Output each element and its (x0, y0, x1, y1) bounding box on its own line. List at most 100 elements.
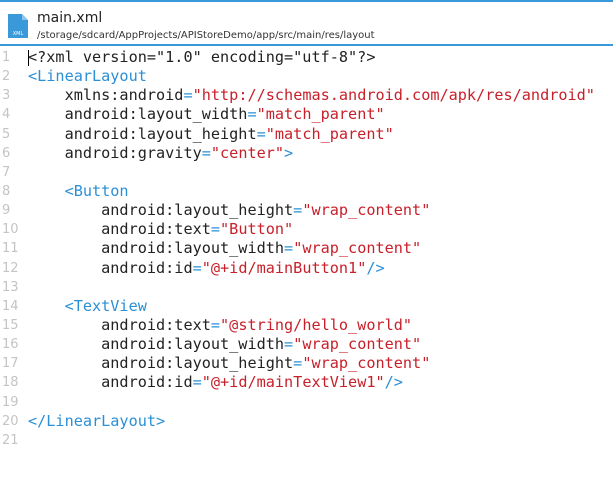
code-token: = (256, 124, 266, 143)
code-line[interactable]: 3 xmlns:android="http://schemas.android.… (0, 86, 613, 105)
line-number: 14 (2, 298, 19, 314)
code-line[interactable]: 16 android:layout_width="wrap_content" (0, 335, 613, 354)
code-text: android:layout_width="match_parent" (28, 105, 385, 124)
code-token: android:text (28, 315, 211, 334)
code-line[interactable]: 10 android:text="Button" (0, 220, 613, 239)
line-number: 4 (2, 107, 11, 123)
code-line[interactable]: 19 (0, 393, 613, 412)
line-number: 7 (2, 164, 11, 180)
code-text: android:gravity="center"> (28, 143, 294, 163)
file-path: /storage/sdcard/AppProjects/APIStoreDemo… (37, 30, 375, 41)
line-number: 6 (2, 145, 11, 161)
code-token: "wrap_content" (302, 201, 431, 220)
line-number: 3 (2, 88, 11, 104)
code-line[interactable]: 21 (0, 431, 613, 450)
code-text: android:id="@+id/mainButton1"/> (28, 259, 385, 278)
code-token: = (183, 86, 193, 105)
code-line[interactable]: 4 android:layout_width="match_parent" (0, 105, 613, 124)
code-token: android:layout_width (28, 239, 285, 258)
line-number: 11 (2, 241, 19, 257)
code-token: = (293, 201, 303, 220)
xml-file-icon: XML (8, 14, 28, 38)
code-text: android:text="Button" (28, 220, 293, 239)
code-token: </LinearLayout> (28, 411, 166, 430)
code-text: <LinearLayout (28, 67, 147, 86)
line-number: 12 (2, 260, 19, 276)
code-token: android:id (28, 373, 193, 392)
code-line[interactable]: 18 android:id="@+id/mainTextView1"/> (0, 373, 613, 392)
code-text: </LinearLayout> (28, 412, 165, 431)
line-number: 16 (2, 337, 19, 353)
code-token: = (284, 335, 294, 354)
code-token: android:layout_width (28, 105, 248, 124)
code-line[interactable]: 14 <TextView (0, 297, 613, 316)
code-text: android:layout_height="wrap_content" (28, 201, 430, 220)
file-title: main.xml (37, 10, 103, 26)
line-number: 20 (2, 413, 19, 429)
code-line[interactable]: 12 android:id="@+id/mainButton1"/> (0, 259, 613, 278)
code-token: = (210, 315, 221, 334)
code-text: android:layout_height="wrap_content" (28, 354, 430, 373)
line-number: 5 (2, 126, 11, 142)
code-token: android:text (28, 220, 211, 239)
line-number: 2 (2, 69, 11, 85)
code-token: android:gravity (28, 143, 202, 162)
code-text: <TextView (28, 297, 147, 316)
code-line[interactable]: 17 android:layout_height="wrap_content" (0, 354, 613, 373)
line-number: 10 (2, 222, 19, 238)
code-editor[interactable]: 1 <?xml version="1.0" encoding="utf-8"?> 2… (0, 48, 613, 450)
code-token: > (284, 143, 294, 162)
code-token: "wrap_content" (302, 354, 431, 373)
line-number: 17 (2, 356, 19, 372)
code-token: android:layout_height (28, 354, 294, 373)
file-header: XML main.xml /storage/sdcard/AppProjects… (0, 2, 613, 46)
line-number: 8 (2, 183, 11, 199)
code-token: "wrap_content" (293, 239, 422, 258)
line-number: 21 (2, 432, 19, 448)
code-token: = (210, 220, 221, 239)
code-line[interactable]: 8 <Button (0, 182, 613, 201)
code-line[interactable]: 9 android:layout_height="wrap_content" (0, 201, 613, 220)
code-token: = (247, 105, 257, 124)
code-token: xmlns:android (28, 86, 184, 105)
code-line[interactable]: 6 android:gravity="center"> (0, 144, 613, 163)
code-text: <?xml version="1.0" encoding="utf-8"?> (28, 48, 375, 67)
code-token: "center" (210, 143, 285, 162)
code-token: = (201, 143, 211, 162)
code-line[interactable]: 11 android:layout_width="wrap_content" (0, 239, 613, 258)
code-token: = (192, 373, 202, 392)
code-token: "@+id/mainButton1" (201, 258, 367, 277)
code-token: android:id (28, 258, 193, 277)
code-text: android:text="@string/hello_world" (28, 316, 412, 335)
code-token: "match_parent" (256, 105, 385, 124)
code-token: "wrap_content" (293, 335, 422, 354)
code-line[interactable]: 13 (0, 278, 613, 297)
code-token: <?xml version="1.0" encoding="utf-8"?> (28, 48, 376, 66)
code-token: = (192, 258, 202, 277)
code-token: <TextView (28, 296, 147, 315)
code-line[interactable]: 5 android:layout_height="match_parent" (0, 125, 613, 144)
code-text: android:id="@+id/mainTextView1"/> (28, 373, 403, 392)
code-token: android:layout_height (28, 124, 257, 143)
line-number: 18 (2, 375, 19, 391)
code-token: "Button" (220, 220, 294, 239)
code-line[interactable]: 7 (0, 163, 613, 182)
code-token: /> (384, 373, 403, 392)
code-token: "http://schemas.android.com/apk/res/andr… (192, 86, 595, 105)
code-token: <LinearLayout (28, 67, 147, 86)
code-text: <Button (28, 182, 129, 201)
code-token: android:layout_width (28, 335, 285, 354)
code-token: android:layout_height (28, 201, 294, 220)
code-text: android:layout_height="match_parent" (28, 125, 394, 144)
code-line[interactable]: 15 android:text="@string/hello_world" (0, 316, 613, 335)
code-token: "@string/hello_world" (220, 315, 413, 334)
code-token: = (293, 354, 303, 373)
line-number: 19 (2, 394, 19, 410)
code-token: /> (366, 258, 385, 277)
line-number: 9 (2, 203, 11, 219)
code-text: xmlns:android="http://schemas.android.co… (28, 86, 595, 105)
code-token: "@+id/mainTextView1" (201, 373, 385, 392)
code-line[interactable]: 2 <LinearLayout (0, 67, 613, 86)
code-line[interactable]: 1 <?xml version="1.0" encoding="utf-8"?> (0, 48, 613, 67)
code-line[interactable]: 20 </LinearLayout> (0, 412, 613, 431)
